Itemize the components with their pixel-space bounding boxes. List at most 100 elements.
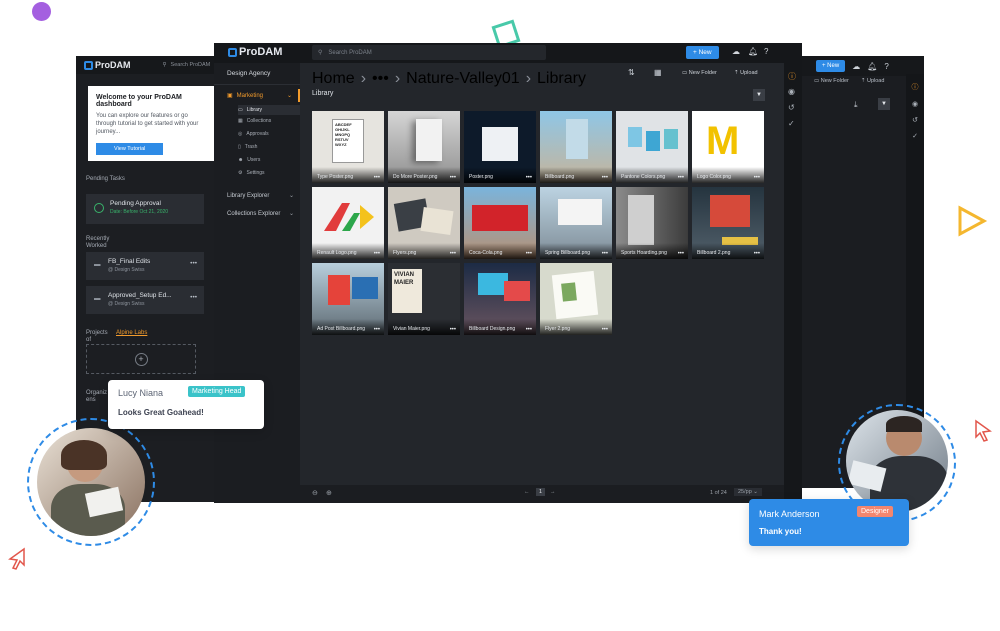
info-icon[interactable]: ⓘ: [788, 71, 796, 82]
pending-task-card[interactable]: Pending Approval Date: Before Oct 21, 20…: [86, 194, 204, 224]
asset-tile[interactable]: Spring Billboard.png •••: [540, 187, 612, 259]
grid-view-icon[interactable]: ▦: [654, 68, 662, 77]
more-icon[interactable]: •••: [754, 251, 760, 257]
breadcrumb-more[interactable]: •••: [372, 70, 389, 88]
new-folder-button[interactable]: ▭ New Folder: [814, 78, 849, 84]
more-icon[interactable]: •••: [602, 175, 608, 181]
filter-icon[interactable]: ▼: [878, 98, 890, 110]
asset-tile[interactable]: ABCDEF GHIJKL MNOPQ RSTUV WXYZ Type Post…: [312, 111, 384, 183]
approval-icon[interactable]: ✓: [788, 119, 795, 128]
approval-icon[interactable]: ✓: [912, 132, 918, 140]
info-icon[interactable]: ⓘ: [912, 82, 919, 92]
decorative-triangle: [958, 205, 988, 237]
cloud-icon[interactable]: ☁: [852, 62, 860, 71]
upload-button[interactable]: ⇡ Upload: [861, 78, 885, 84]
sort-icon[interactable]: ⇅: [628, 68, 635, 77]
per-page-select[interactable]: 25/pp ⌄: [734, 488, 762, 496]
more-icon[interactable]: •••: [374, 251, 380, 257]
plus-icon: +: [134, 352, 148, 366]
asset-tile[interactable]: Flyer 2.png •••: [540, 263, 612, 335]
recent-card[interactable]: ▬ Approved_Setup Ed... @ Design Swiss ••…: [86, 286, 204, 314]
asset-tile[interactable]: VIVIAN MAIER Vivian Maier.png •••: [388, 263, 460, 335]
more-icon[interactable]: •••: [450, 327, 456, 333]
recent-card[interactable]: ▬ FB_Final Edits @ Design Swiss •••: [86, 252, 204, 280]
projects-filter[interactable]: Alpine Labs: [116, 330, 147, 336]
asset-tile[interactable]: Billboard.png •••: [540, 111, 612, 183]
chat-message: Thank you!: [759, 527, 802, 536]
history-icon[interactable]: ↺: [912, 116, 918, 124]
asset-tile[interactable]: Coca-Cola.png •••: [464, 187, 536, 259]
recent-card-sub: @ Design Swiss: [108, 301, 145, 307]
nav-approvals[interactable]: ◎ Approvals: [238, 131, 269, 137]
new-button[interactable]: + New: [816, 60, 846, 72]
search-input[interactable]: ⚲ Search ProDAM: [312, 45, 546, 60]
current-page[interactable]: 1: [536, 488, 546, 496]
decorative-circle: [32, 2, 51, 21]
nav-trash[interactable]: ▯ Trash: [238, 144, 257, 150]
asset-tile[interactable]: Billboard Design.png •••: [464, 263, 536, 335]
library-explorer[interactable]: Library Explorer: [227, 193, 269, 199]
gear-icon: ⚙: [238, 170, 243, 176]
new-button[interactable]: + New: [686, 46, 719, 59]
download-icon[interactable]: ⤓: [854, 100, 858, 110]
view-tutorial-button[interactable]: View Tutorial: [96, 143, 164, 155]
asset-tile[interactable]: M Logo Color.png •••: [692, 111, 764, 183]
recent-card-title: FB_Final Edits: [108, 258, 151, 265]
cloud-icon[interactable]: ☁: [732, 47, 740, 56]
help-icon[interactable]: ?: [764, 47, 768, 56]
asset-tile[interactable]: Sports Hoarding.png •••: [616, 187, 688, 259]
new-folder-button[interactable]: ▭ New Folder: [682, 70, 717, 76]
more-icon[interactable]: •••: [374, 175, 380, 181]
asset-tile[interactable]: Pantone Colors.png •••: [616, 111, 688, 183]
bell-icon[interactable]: 🔔︎: [748, 47, 758, 56]
asset-tile[interactable]: Flyers.png •••: [388, 187, 460, 259]
chat-bubble-lucy: Lucy Niana Marketing Head Looks Great Go…: [108, 380, 264, 429]
next-page-icon[interactable]: →: [550, 489, 556, 495]
more-icon[interactable]: •••: [678, 251, 684, 257]
role-badge: Designer: [857, 506, 894, 517]
comment-icon[interactable]: ◉: [788, 87, 795, 96]
nav-collections[interactable]: ▦ Collections: [238, 118, 271, 124]
asset-tile[interactable]: Ad Post Billboard.png •••: [312, 263, 384, 335]
comment-icon[interactable]: ◉: [912, 100, 918, 108]
users-icon: ☻: [238, 157, 244, 163]
zoom-in-icon[interactable]: ⊕: [326, 489, 332, 497]
nav-library[interactable]: ▭ Library: [238, 105, 300, 115]
nav-users[interactable]: ☻ Users: [238, 157, 260, 163]
nav-marketing[interactable]: ▣ Marketing ⌄: [214, 89, 300, 102]
more-icon[interactable]: •••: [450, 175, 456, 181]
more-icon[interactable]: •••: [190, 260, 197, 267]
asset-tile[interactable]: Poster.png •••: [464, 111, 536, 183]
more-icon[interactable]: •••: [602, 327, 608, 333]
help-icon[interactable]: ?: [884, 62, 888, 71]
grid-icon: ▦: [238, 118, 243, 124]
asset-tile[interactable]: Renault Logo.png •••: [312, 187, 384, 259]
more-icon[interactable]: •••: [754, 175, 760, 181]
more-icon[interactable]: •••: [526, 175, 532, 181]
more-icon[interactable]: •••: [526, 327, 532, 333]
breadcrumb-home[interactable]: Home: [312, 70, 355, 88]
zoom-out-icon[interactable]: ⊖: [312, 489, 318, 497]
search-input[interactable]: ⚲ Search ProDAM: [163, 62, 211, 68]
collections-explorer[interactable]: Collections Explorer: [227, 211, 280, 217]
upload-button[interactable]: ⇡ Upload: [734, 70, 758, 76]
filter-icon[interactable]: ▼: [753, 89, 765, 101]
more-icon[interactable]: •••: [678, 175, 684, 181]
history-icon[interactable]: ↺: [788, 103, 795, 112]
prev-page-icon[interactable]: ←: [524, 489, 530, 495]
bell-icon[interactable]: 🔔︎: [867, 62, 877, 71]
chat-name: Mark Anderson: [759, 509, 820, 519]
add-project-box[interactable]: +: [86, 344, 196, 374]
breadcrumb-folder[interactable]: Nature-Valley01: [406, 70, 520, 88]
asset-tile[interactable]: Billboard 2.png •••: [692, 187, 764, 259]
nav-settings[interactable]: ⚙ Settings: [238, 170, 265, 176]
check-icon: [94, 203, 104, 213]
more-icon[interactable]: •••: [374, 327, 380, 333]
asset-tile[interactable]: Do More Poster.png •••: [388, 111, 460, 183]
more-icon[interactable]: •••: [190, 294, 197, 301]
org-name[interactable]: Design Agency: [214, 63, 300, 85]
role-badge: Marketing Head: [188, 386, 246, 397]
more-icon[interactable]: •••: [602, 251, 608, 257]
more-icon[interactable]: •••: [526, 251, 532, 257]
more-icon[interactable]: •••: [450, 251, 456, 257]
